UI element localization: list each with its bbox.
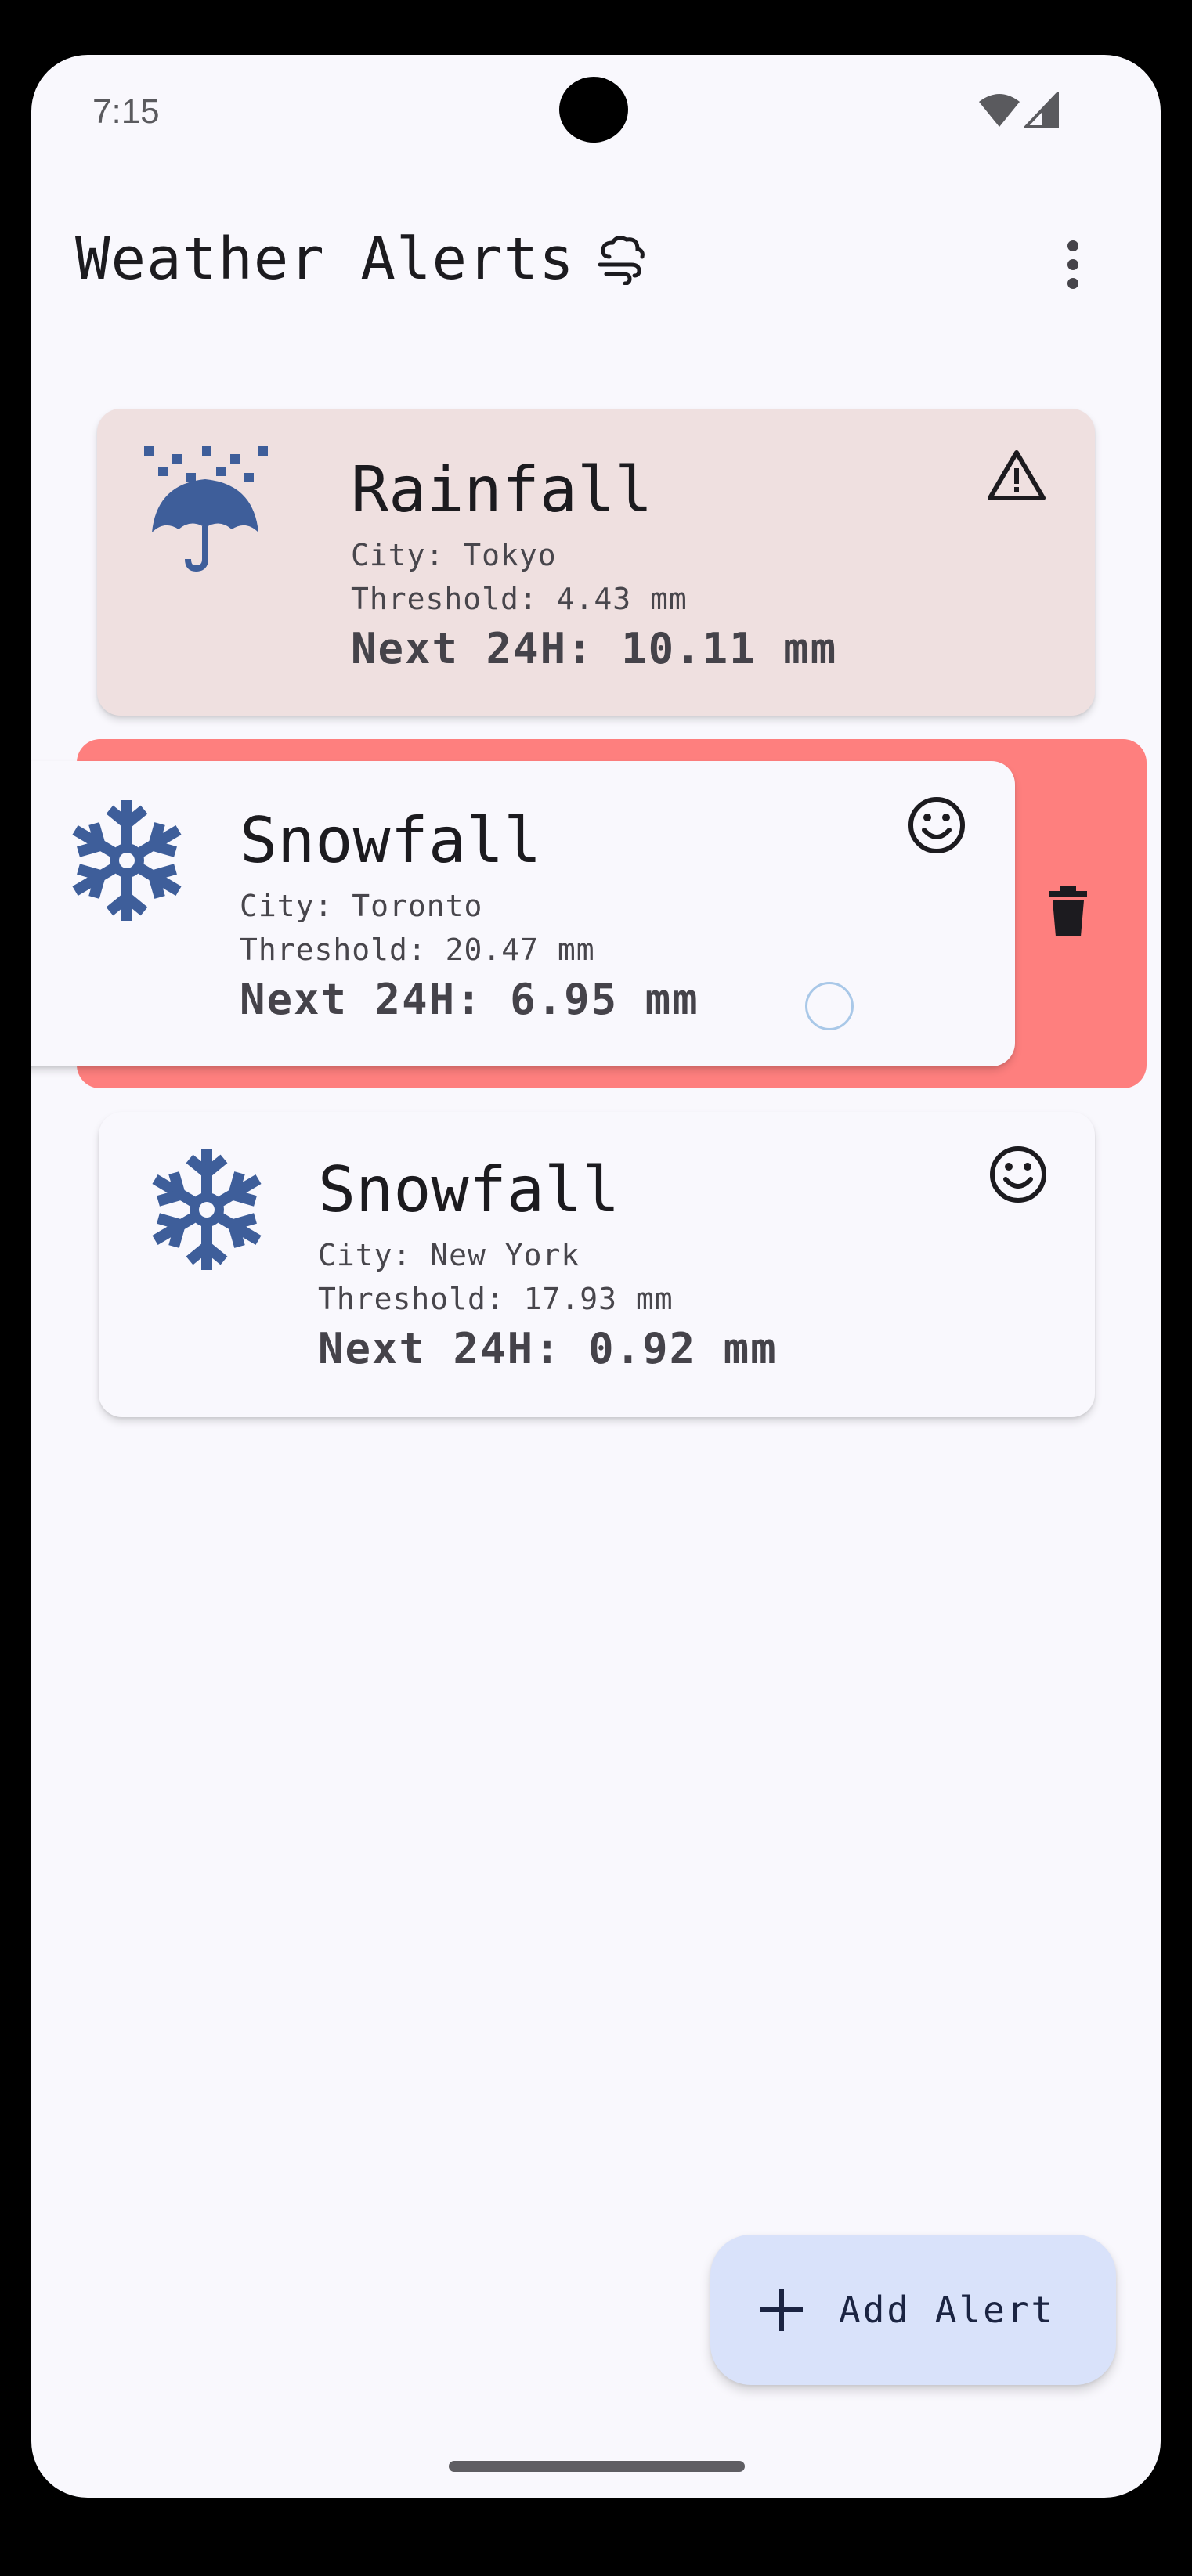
page-title: Weather Alerts bbox=[75, 225, 575, 293]
warning-icon bbox=[988, 450, 1046, 500]
smile-icon bbox=[908, 797, 965, 853]
add-alert-button[interactable]: Add Alert bbox=[710, 2235, 1116, 2385]
status-time: 7:15 bbox=[92, 92, 160, 131]
umbrella-rain-icon bbox=[144, 446, 268, 572]
snowflake-icon bbox=[72, 800, 182, 921]
alert-city: City: New York bbox=[318, 1238, 580, 1272]
alert-threshold: Threshold: 20.47 mm bbox=[240, 933, 595, 967]
phone-frame: 7:15 Weather Alerts Rainfall City: Tokyo… bbox=[0, 0, 1192, 2576]
more-vert-icon bbox=[1067, 240, 1078, 289]
trash-icon[interactable] bbox=[1049, 886, 1087, 936]
alert-forecast: Next 24H: 6.95 mm bbox=[240, 975, 699, 1024]
alert-card-rainfall-tokyo[interactable]: Rainfall City: Tokyo Threshold: 4.43 mm … bbox=[97, 409, 1095, 716]
alert-city: City: Toronto bbox=[240, 889, 483, 923]
alert-forecast: Next 24H: 10.11 mm bbox=[351, 624, 838, 673]
gesture-nav-handle[interactable] bbox=[449, 2461, 745, 2472]
alert-card-snowfall-newyork[interactable]: Snowfall City: New York Threshold: 17.93… bbox=[99, 1112, 1095, 1417]
app-bar-title: Weather Alerts bbox=[75, 225, 647, 293]
alert-threshold: Threshold: 17.93 mm bbox=[318, 1282, 674, 1316]
alert-title: Snowfall bbox=[318, 1153, 620, 1226]
status-icons bbox=[977, 92, 1059, 128]
plus-icon bbox=[759, 2287, 804, 2332]
cloud-wind-icon bbox=[598, 236, 645, 285]
snowflake-icon bbox=[152, 1149, 262, 1270]
signal-icon bbox=[1024, 92, 1059, 128]
alert-title: Rainfall bbox=[351, 453, 653, 526]
overflow-menu-button[interactable] bbox=[1049, 225, 1096, 304]
alert-card-snowfall-toronto[interactable]: Snowfall City: Toronto Threshold: 20.47 … bbox=[31, 761, 1015, 1066]
add-alert-label: Add Alert bbox=[839, 2289, 1056, 2331]
app-screen: 7:15 Weather Alerts Rainfall City: Tokyo… bbox=[31, 55, 1161, 2498]
alert-title: Snowfall bbox=[240, 804, 542, 877]
wifi-icon bbox=[979, 94, 1020, 127]
alert-threshold: Threshold: 4.43 mm bbox=[351, 582, 688, 616]
alert-forecast: Next 24H: 0.92 mm bbox=[318, 1324, 778, 1373]
smile-icon bbox=[990, 1146, 1046, 1203]
camera-cutout bbox=[559, 77, 628, 143]
touch-ripple bbox=[805, 982, 854, 1030]
alert-city: City: Tokyo bbox=[351, 538, 557, 572]
